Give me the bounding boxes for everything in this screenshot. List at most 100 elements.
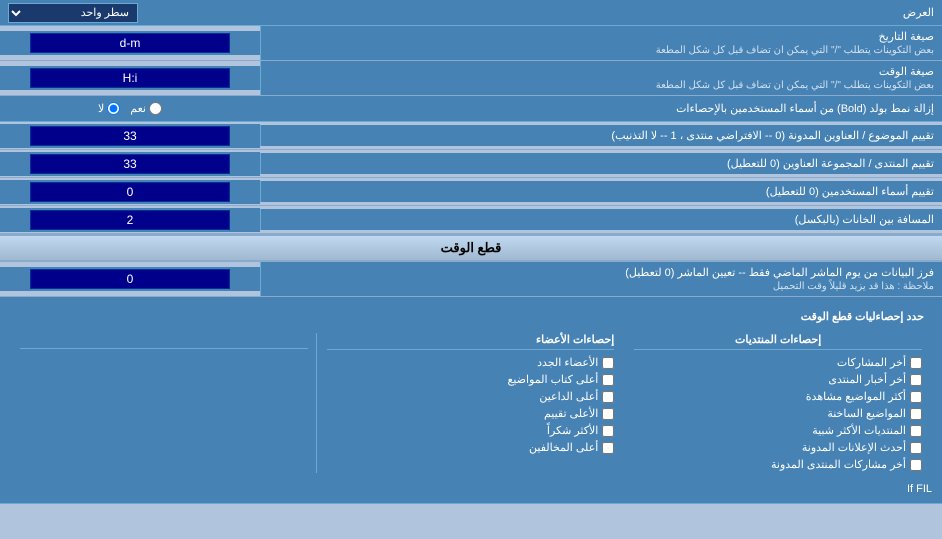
date-format-input[interactable]	[30, 33, 230, 53]
post-stat-label-5: أحدث الإعلانات المدونة	[802, 441, 906, 454]
post-stat-label-4: المنتديات الأكثر شبية	[812, 424, 906, 437]
stats-right-column	[10, 333, 317, 473]
topic-ranking-label: تقييم الموضوع / العناوين المدونة (0 -- ا…	[260, 125, 942, 146]
post-stat-label-2: أكثر المواضيع مشاهدة	[806, 390, 906, 403]
post-stat-checkbox-1[interactable]	[910, 374, 922, 386]
member-stat-label-3: الأعلى تقييم	[544, 407, 598, 420]
time-format-input-area	[0, 66, 260, 90]
post-stat-item-1: أخر أخبار المنتدى	[634, 371, 922, 388]
post-stat-label-1: أخر أخبار المنتدى	[828, 373, 906, 386]
post-stat-checkbox-4[interactable]	[910, 425, 922, 437]
message-separation-input[interactable]	[30, 210, 230, 230]
bold-remove-no-label: لا	[98, 102, 104, 115]
member-stat-label-2: أعلى الداعين	[539, 390, 598, 403]
date-format-input-area	[0, 31, 260, 55]
post-stat-item-4: المنتديات الأكثر شبية	[634, 422, 922, 439]
stats-header-row: حدد إحصاءليات قطع الوقت	[10, 303, 932, 329]
message-separation-row: المسافة بين الخانات (بالبكسل)	[0, 206, 942, 234]
stats-section: حدد إحصاءليات قطع الوقت إحصاءات المنتديا…	[0, 297, 942, 504]
member-stat-item-2: أعلى الداعين	[327, 388, 615, 405]
member-stat-item-0: الأعضاء الجدد	[327, 354, 615, 371]
top-row: العرض سطر واحد سطران ثلاثة أسطر	[0, 0, 942, 26]
time-format-row: صيغة الوقت بعض التكوينات يتطلب "/" التي …	[0, 61, 942, 96]
bold-remove-label: إزالة نمط بولد (Bold) من أسماء المستخدمي…	[260, 98, 942, 119]
time-format-sub-label: بعض التكوينات يتطلب "/" التي يمكن ان تضا…	[269, 80, 934, 91]
date-format-main-label: صيغة التاريخ	[269, 30, 934, 43]
post-stat-label-0: أخر المشاركات	[837, 356, 906, 369]
member-stat-item-4: الأكثر شكراً	[327, 422, 615, 439]
bold-remove-yes-option[interactable]: نعم	[130, 102, 162, 115]
post-stat-item-6: أخر مشاركات المنتدى المدونة	[634, 456, 922, 473]
date-format-row: صيغة التاريخ بعض التكوينات يتطلب "/" الت…	[0, 26, 942, 61]
member-stats-column: إحصاءات الأعضاء الأعضاء الجدد أعلى كتاب …	[317, 333, 625, 473]
post-stat-checkbox-3[interactable]	[910, 408, 922, 420]
stats-columns: إحصاءات المنتديات أخر المشاركات أخر أخبا…	[10, 333, 932, 473]
cutoff-title: قطع الوقت	[441, 240, 502, 255]
message-separation-label: المسافة بين الخانات (بالبكسل)	[260, 209, 942, 230]
cutoff-days-label: فرز البيانات من يوم الماشر الماضي فقط --…	[260, 262, 942, 296]
post-stats-header: إحصاءات المنتديات	[634, 333, 922, 350]
member-stat-label-1: أعلى كتاب المواضيع	[508, 373, 599, 386]
cutoff-days-sub-label: ملاحظة : هذا قد يزيد قليلاً وقت التحميل	[269, 281, 934, 292]
member-stat-checkbox-3[interactable]	[602, 408, 614, 420]
topic-ranking-input-area	[0, 124, 260, 148]
member-stat-checkbox-2[interactable]	[602, 391, 614, 403]
bold-remove-yes-radio[interactable]	[149, 102, 162, 115]
member-stat-item-5: أعلى المخالفين	[327, 439, 615, 456]
cutoff-section-header: قطع الوقت	[0, 234, 942, 262]
post-stat-label-6: أخر مشاركات المنتدى المدونة	[771, 458, 906, 471]
post-stat-checkbox-6[interactable]	[910, 459, 922, 471]
user-ranking-input-area	[0, 180, 260, 204]
cutoff-days-main-label: فرز البيانات من يوم الماشر الماضي فقط --…	[269, 266, 934, 279]
member-stat-item-1: أعلى كتاب المواضيع	[327, 371, 615, 388]
cutoff-days-input-area	[0, 267, 260, 291]
display-dropdown[interactable]: سطر واحد سطران ثلاثة أسطر	[8, 3, 138, 23]
member-stat-label-4: الأكثر شكراً	[547, 424, 598, 437]
date-format-label: صيغة التاريخ بعض التكوينات يتطلب "/" الت…	[260, 26, 942, 60]
bold-remove-yes-label: نعم	[130, 102, 146, 115]
member-stat-label-0: الأعضاء الجدد	[537, 356, 598, 369]
time-format-main-label: صيغة الوقت	[269, 65, 934, 78]
member-stats-header: إحصاءات الأعضاء	[327, 333, 615, 350]
stats-right-col-empty	[305, 333, 308, 345]
member-stat-item-3: الأعلى تقييم	[327, 405, 615, 422]
member-stat-label-5: أعلى المخالفين	[529, 441, 598, 454]
cutoff-days-row: فرز البيانات من يوم الماشر الماضي فقط --…	[0, 262, 942, 297]
user-ranking-input[interactable]	[30, 182, 230, 202]
post-stat-item-0: أخر المشاركات	[634, 354, 922, 371]
time-format-label: صيغة الوقت بعض التكوينات يتطلب "/" التي …	[260, 61, 942, 95]
cutoff-days-input[interactable]	[30, 269, 230, 289]
member-stat-checkbox-5[interactable]	[602, 442, 614, 454]
bold-remove-no-option[interactable]: لا	[98, 102, 120, 115]
forum-ranking-row: تقييم المنتدى / المجموعة العناوين (0 للت…	[0, 150, 942, 178]
member-stat-checkbox-4[interactable]	[602, 425, 614, 437]
topic-ranking-row: تقييم الموضوع / العناوين المدونة (0 -- ا…	[0, 122, 942, 150]
bold-remove-row: إزالة نمط بولد (Bold) من أسماء المستخدمي…	[0, 96, 942, 122]
date-format-sub-label: بعض التكوينات يتطلب "/" التي يمكن ان تضا…	[269, 45, 934, 56]
forum-ranking-label: تقييم المنتدى / المجموعة العناوين (0 للت…	[260, 153, 942, 174]
time-format-input[interactable]	[30, 68, 230, 88]
message-separation-input-area	[0, 208, 260, 232]
post-stat-item-2: أكثر المواضيع مشاهدة	[634, 388, 922, 405]
post-stats-column: إحصاءات المنتديات أخر المشاركات أخر أخبا…	[624, 333, 932, 473]
post-stat-label-3: المواضيع الساخنة	[827, 407, 906, 420]
top-row-input-area: سطر واحد سطران ثلاثة أسطر	[0, 1, 260, 25]
top-row-label: العرض	[260, 2, 942, 23]
member-stat-checkbox-1[interactable]	[602, 374, 614, 386]
post-stat-checkbox-5[interactable]	[910, 442, 922, 454]
post-stat-item-5: أحدث الإعلانات المدونة	[634, 439, 922, 456]
bold-remove-no-radio[interactable]	[107, 102, 120, 115]
if-fil-text: If FIL	[907, 483, 932, 495]
post-stat-item-3: المواضيع الساخنة	[634, 405, 922, 422]
forum-ranking-input[interactable]	[30, 154, 230, 174]
user-ranking-label: تقييم أسماء المستخدمين (0 للتعطيل)	[260, 181, 942, 202]
post-stat-checkbox-2[interactable]	[910, 391, 922, 403]
topic-ranking-input[interactable]	[30, 126, 230, 146]
post-stat-checkbox-0[interactable]	[910, 357, 922, 369]
main-container: العرض سطر واحد سطران ثلاثة أسطر صيغة الت…	[0, 0, 942, 504]
bold-remove-radio-area: نعم لا	[0, 100, 260, 117]
stats-limit-label: حدد إحصاءليات قطع الوقت	[10, 310, 932, 323]
member-stat-checkbox-0[interactable]	[602, 357, 614, 369]
user-ranking-row: تقييم أسماء المستخدمين (0 للتعطيل)	[0, 178, 942, 206]
forum-ranking-input-area	[0, 152, 260, 176]
